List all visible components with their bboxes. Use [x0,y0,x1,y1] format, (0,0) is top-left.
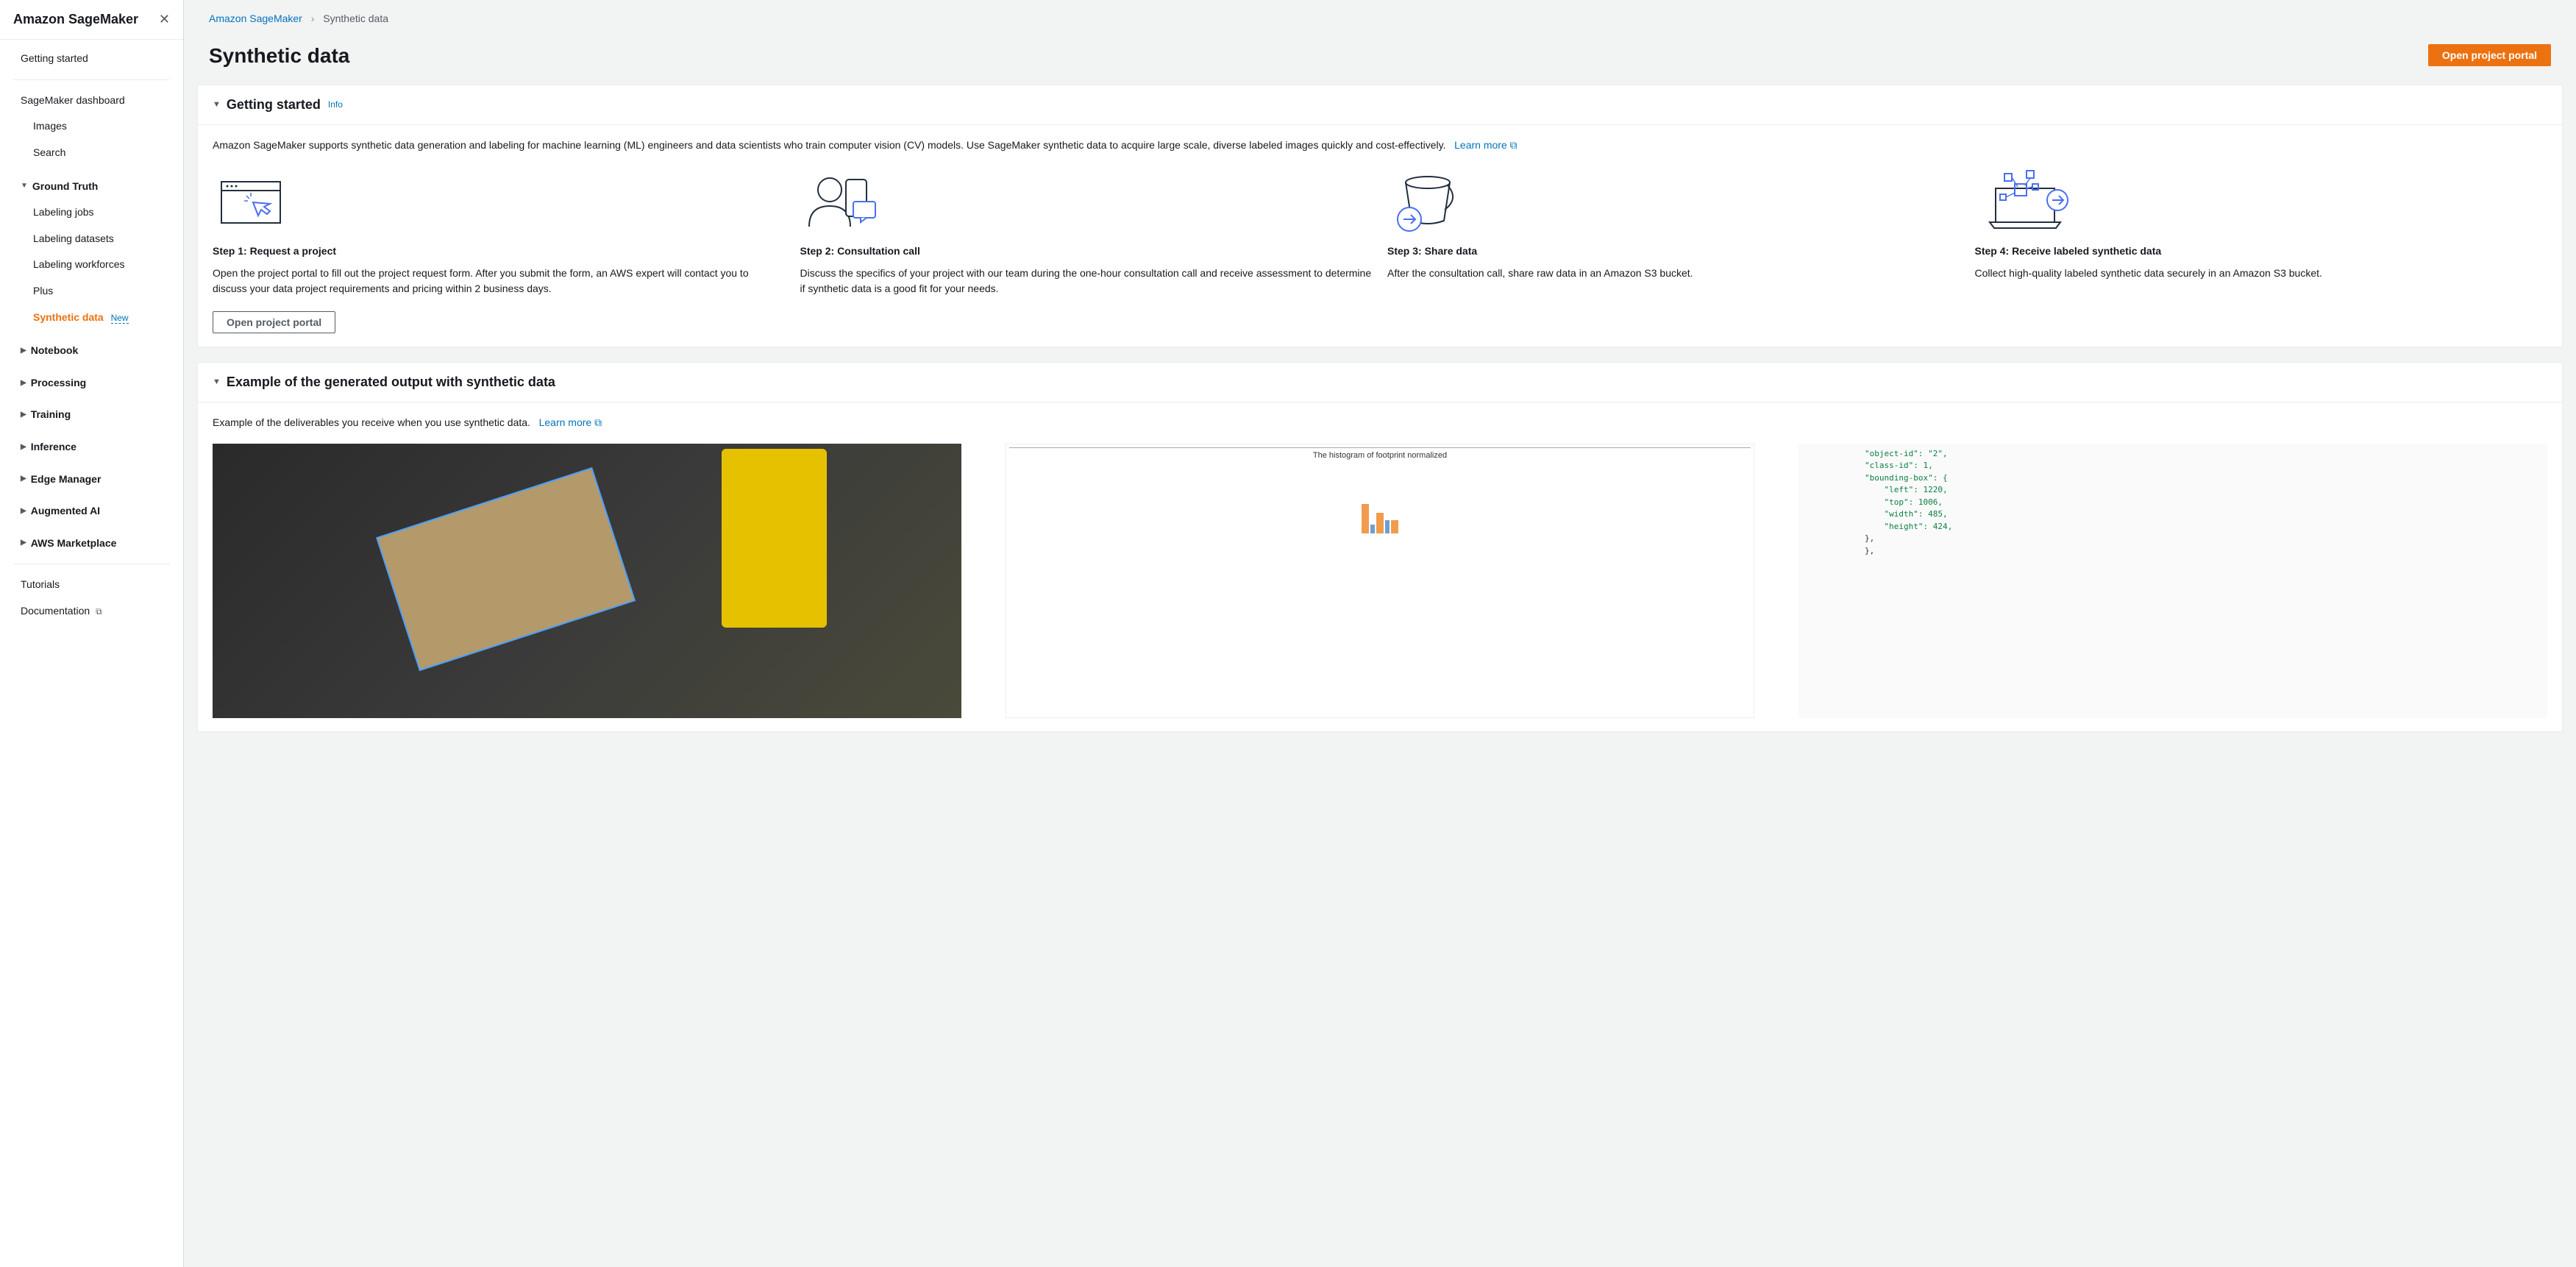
sidebar-group-label: Training [31,408,71,422]
external-link-icon: ⧉ [1510,139,1518,151]
main-content: Amazon SageMaker › Synthetic data Synthe… [184,0,2576,1267]
steps-grid: Step 1: Request a project Open the proje… [213,169,2547,297]
histogram-bars [1362,482,1398,533]
example-intro: Example of the deliverables you receive … [213,416,2547,430]
step-desc: Collect high-quality labeled synthetic d… [1975,266,2548,281]
sidebar-item-synthetic-data[interactable]: Synthetic data New [0,305,183,331]
open-project-portal-secondary-button[interactable]: Open project portal [213,311,335,333]
info-link[interactable]: Info [328,99,343,111]
step-title: Step 4: Receive labeled synthetic data [1975,244,2548,259]
close-icon[interactable]: ✕ [159,10,170,29]
panel-title: Example of the generated output with syn… [227,373,555,391]
learn-more-link[interactable]: Learn more ⧉ [539,416,602,428]
sidebar: Amazon SageMaker ✕ Getting started SageM… [0,0,184,1267]
sidebar-item-tutorials[interactable]: Tutorials [0,572,183,598]
sidebar-item-images[interactable]: Images [0,113,183,140]
page-title: Synthetic data [209,41,349,70]
examples-grid: The histogram of footprint normalized "o… [213,444,2547,718]
step-title: Step 2: Consultation call [800,244,1373,259]
sidebar-nav: Getting started SageMaker dashboard Imag… [0,40,183,630]
consultation-icon [800,169,1373,235]
sidebar-item-label: Synthetic data [33,311,104,323]
caret-down-icon[interactable]: ▼ [213,99,221,110]
step-4: Step 4: Receive labeled synthetic data C… [1975,169,2548,297]
learn-more-label: Learn more [539,416,592,428]
example-image-warehouse [213,444,961,718]
panel-title: Getting started [227,96,321,114]
sidebar-group-training[interactable]: ▶ Training [0,402,183,428]
sidebar-group-edge-manager[interactable]: ▶ Edge Manager [0,466,183,493]
learn-more-label: Learn more [1454,139,1507,151]
breadcrumb-root[interactable]: Amazon SageMaker [209,13,302,24]
step-1: Step 1: Request a project Open the proje… [213,169,786,297]
external-link-icon: ⧉ [96,606,102,617]
caret-down-icon: ▼ [21,181,28,191]
example-output-panel: ▼ Example of the generated output with s… [197,362,2563,732]
chevron-right-icon: › [311,13,315,24]
sidebar-header: Amazon SageMaker ✕ [0,0,183,40]
sidebar-item-labeling-workforces[interactable]: Labeling workforces [0,252,183,278]
sidebar-group-label: Edge Manager [31,472,102,487]
breadcrumb: Amazon SageMaker › Synthetic data [184,0,2576,38]
caret-right-icon: ▶ [21,378,26,388]
sidebar-group-inference[interactable]: ▶ Inference [0,434,183,461]
sidebar-item-plus[interactable]: Plus [0,278,183,305]
panel-body: Amazon SageMaker supports synthetic data… [198,125,2562,347]
bucket-upload-icon [1387,169,1960,235]
caret-right-icon: ▶ [21,346,26,356]
sidebar-title: Amazon SageMaker [13,10,138,29]
browser-click-icon [213,169,786,235]
open-project-portal-button[interactable]: Open project portal [2428,44,2551,66]
learn-more-link[interactable]: Learn more ⧉ [1454,139,1517,151]
intro-text-content: Amazon SageMaker supports synthetic data… [213,139,1445,151]
step-3: Step 3: Share data After the consultatio… [1387,169,1960,297]
step-2: Step 2: Consultation call Discuss the sp… [800,169,1373,297]
histogram-title: The histogram of footprint normalized [1009,447,1751,461]
panel-body: Example of the deliverables you receive … [198,402,2562,731]
sidebar-group-label: Processing [31,376,86,391]
sidebar-item-label: Documentation [21,605,90,617]
laptop-data-icon [1975,169,2548,235]
caret-down-icon[interactable]: ▼ [213,377,221,388]
sidebar-group-label: AWS Marketplace [31,536,117,551]
getting-started-panel: ▼ Getting started Info Amazon SageMaker … [197,85,2563,347]
new-badge: New [111,313,129,324]
panel-header: ▼ Getting started Info [198,85,2562,125]
sidebar-group-label: Augmented AI [31,504,100,519]
step-desc: Discuss the specifics of your project wi… [800,266,1373,297]
nav-divider [13,79,170,80]
sidebar-item-labeling-datasets[interactable]: Labeling datasets [0,226,183,252]
external-link-icon: ⧉ [594,416,602,428]
sidebar-group-label: Inference [31,440,77,455]
sidebar-group-label: Ground Truth [32,180,98,194]
sidebar-group-ground-truth[interactable]: ▼ Ground Truth [0,174,183,200]
sidebar-item-search[interactable]: Search [0,140,183,166]
caret-right-icon: ▶ [21,474,26,484]
sidebar-group-notebook[interactable]: ▶ Notebook [0,338,183,364]
panel-header: ▼ Example of the generated output with s… [198,363,2562,402]
breadcrumb-current: Synthetic data [323,13,388,24]
caret-right-icon: ▶ [21,442,26,452]
step-title: Step 1: Request a project [213,244,786,259]
page-header: Synthetic data Open project portal [184,38,2576,85]
step-desc: After the consultation call, share raw d… [1387,266,1960,281]
sidebar-item-labeling-jobs[interactable]: Labeling jobs [0,199,183,226]
caret-right-icon: ▶ [21,506,26,517]
intro-text: Amazon SageMaker supports synthetic data… [213,138,2547,153]
sidebar-item-getting-started[interactable]: Getting started [0,46,183,72]
example-intro-text: Example of the deliverables you receive … [213,416,530,428]
example-image-histogram: The histogram of footprint normalized [1006,444,1754,718]
example-image-json: "object-id": "2", "class-id": 1, "boundi… [1798,444,2547,718]
sidebar-group-aws-marketplace[interactable]: ▶ AWS Marketplace [0,530,183,557]
sidebar-item-dashboard[interactable]: SageMaker dashboard [0,88,183,114]
sidebar-group-processing[interactable]: ▶ Processing [0,370,183,397]
caret-right-icon: ▶ [21,410,26,420]
sidebar-group-augmented-ai[interactable]: ▶ Augmented AI [0,498,183,525]
sidebar-group-label: Notebook [31,344,79,358]
step-title: Step 3: Share data [1387,244,1960,259]
sidebar-item-documentation[interactable]: Documentation ⧉ [0,598,183,625]
step-desc: Open the project portal to fill out the … [213,266,786,297]
caret-right-icon: ▶ [21,538,26,548]
